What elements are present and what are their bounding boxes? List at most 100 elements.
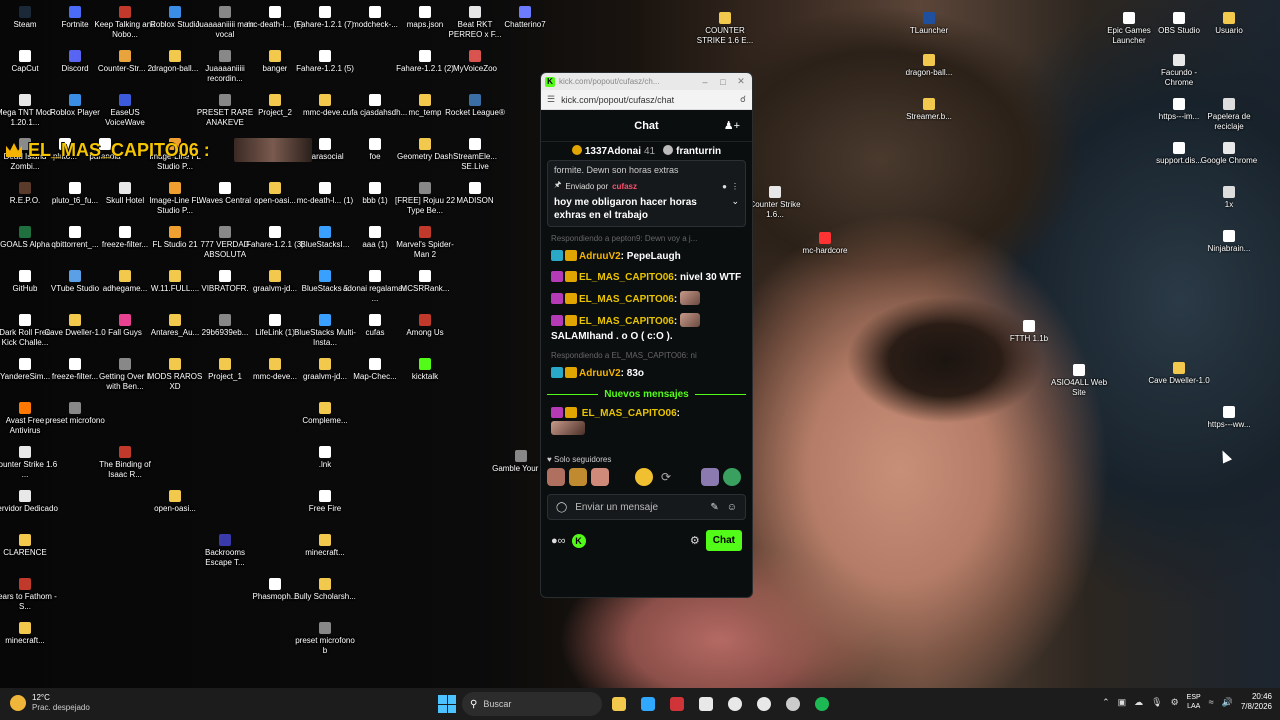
desktop-icon[interactable]: Bully Scholarsh... (292, 578, 358, 602)
emote-6[interactable] (723, 468, 741, 486)
desktop-icon[interactable]: open-oasi... (142, 490, 208, 514)
windows-start-icon[interactable] (438, 695, 456, 713)
store-taskbar-icon[interactable] (695, 693, 717, 715)
taskbar-clock[interactable]: 20:46 7/8/2026 (1241, 692, 1272, 712)
send-chat-button[interactable]: Chat (705, 530, 742, 551)
desktop-icon[interactable]: FTTH 1.1b (996, 320, 1062, 344)
wifi-icon[interactable]: ≈ (1209, 697, 1214, 707)
chat-username[interactable]: EL_MAS_CAPITO06 (579, 316, 674, 327)
language-indicator[interactable]: ESP LAA (1187, 693, 1201, 711)
desktop-icon[interactable]: MADISON (442, 182, 508, 206)
spotify-taskbar-icon[interactable] (811, 693, 833, 715)
file-explorer-taskbar-icon[interactable] (608, 693, 630, 715)
chrome-taskbar-icon[interactable] (724, 693, 746, 715)
desktop-icon[interactable]: Google Chrome (1196, 142, 1262, 166)
minimize-button[interactable]: – (698, 77, 712, 87)
desktop-icon[interactable]: minecraft... (0, 622, 58, 646)
desktop-icon[interactable]: COUNTER STRIKE 1.6 E... (692, 12, 758, 46)
desktop-icon[interactable]: Chatterino7 (492, 6, 558, 30)
desktop-icon[interactable]: preset microfono (42, 402, 108, 426)
desktop-icon[interactable]: Servidor Dedicado (0, 490, 58, 514)
photoshop-taskbar-icon[interactable] (637, 693, 659, 715)
emoji-icon[interactable]: ☺ (727, 502, 737, 513)
gifter-1[interactable]: 1337Adonai 41 (571, 145, 655, 157)
desktop-icon[interactable]: MyVoiceZoo (442, 50, 508, 74)
chat-username[interactable]: AdruuV2 (579, 251, 621, 262)
more-icon[interactable]: ⋮ (731, 182, 739, 191)
users-icon[interactable]: ♟+ (724, 119, 740, 132)
desktop-icon[interactable]: Backrooms Escape T... (192, 534, 258, 568)
desktop-icon[interactable]: The Binding of Isaac R... (92, 446, 158, 480)
desktop-icon[interactable]: TLauncher (896, 12, 962, 36)
reply-context[interactable]: Respondiendo a pepton9: Dewn voy a j... (551, 234, 742, 243)
desktop-icon[interactable]: Fahare-1.2.1 (5) (292, 50, 358, 74)
desktop-icon[interactable]: kicktalk (392, 358, 458, 382)
maximize-button[interactable]: □ (716, 77, 730, 87)
wps-taskbar-icon[interactable] (666, 693, 688, 715)
url-text[interactable]: kick.com/popout/cufasz/chat (561, 95, 734, 105)
desktop-icon[interactable]: Among Us (392, 314, 458, 338)
desktop-icon[interactable]: 1x (1196, 186, 1262, 210)
desktop-icon[interactable]: CLARENCE (0, 534, 58, 558)
chat-input-placeholder[interactable]: Enviar un mensaje (575, 502, 702, 513)
emote-4[interactable] (635, 468, 653, 486)
emote-2[interactable] (569, 468, 587, 486)
desktop-icon[interactable]: Counter Strike 1.6 ... (0, 446, 58, 480)
sent-by-user[interactable]: cufasz (612, 182, 637, 191)
desktop-icon[interactable]: Usuario (1196, 12, 1262, 36)
zoom-icon[interactable]: ☌ (740, 94, 746, 105)
desktop-icon[interactable]: StreamEle... SE.Live (442, 138, 508, 172)
unpin-icon[interactable]: ● (722, 182, 727, 191)
chat-username[interactable]: AdruuV2 (579, 368, 621, 379)
shield-icon[interactable]: ◯ (556, 502, 567, 513)
desktop-icon[interactable]: Marvel's Spider-Man 2 (392, 226, 458, 260)
emote-5[interactable] (701, 468, 719, 486)
desktop-icon[interactable]: Streamer.b... (896, 98, 962, 122)
desktop-icon[interactable]: mc-hardcore (792, 232, 858, 256)
desktop-icon[interactable]: dragon-ball... (896, 54, 962, 78)
desktop-icon[interactable]: Rocket League® (442, 94, 508, 118)
desktop-icon[interactable]: Papelera de reciclaje (1196, 98, 1262, 132)
reply-context[interactable]: Respondiendo a EL_MAS_CAPITO06: ni (551, 351, 742, 360)
desktop-icon[interactable]: ASIO4ALL Web Site (1046, 364, 1112, 398)
site-settings-icon[interactable]: ☰ (547, 94, 555, 105)
refresh-icon[interactable]: ⟳ (657, 468, 675, 486)
weather-widget[interactable]: 12°C Prac. despejado (10, 693, 90, 713)
desktop-icon[interactable]: Compleme... (292, 402, 358, 426)
chevron-down-icon[interactable]: ⌄ (731, 196, 739, 207)
tray-app-icon[interactable]: ▣ (1118, 697, 1127, 708)
volume-icon[interactable]: 🔊 (1222, 697, 1233, 708)
close-button[interactable]: ✕ (734, 76, 748, 87)
desktop-icon[interactable]: https---ww... (1196, 406, 1262, 430)
desktop-icon[interactable]: Facundo - Chrome (1146, 54, 1212, 88)
chat-username[interactable]: EL_MAS_CAPITO06 (579, 294, 674, 305)
desktop-icon[interactable]: preset microfono b (292, 622, 358, 656)
taskbar-search[interactable]: ⚲ Buscar (462, 692, 602, 716)
emote-1[interactable] (547, 468, 565, 486)
desktop-icon[interactable]: MCSRRank... (392, 270, 458, 294)
emote-picker-icon[interactable]: ✎ (710, 502, 718, 513)
tray-usb-icon[interactable]: ⚙ (1171, 697, 1179, 708)
chat-input[interactable]: ◯ Enviar un mensaje ✎ ☺ (547, 494, 746, 520)
kick-points-icon[interactable]: K (571, 533, 586, 548)
gifter-2[interactable]: franturrin (663, 145, 721, 157)
chevron-up-icon[interactable]: ⌃ (1102, 697, 1110, 708)
tray-mic-icon[interactable]: 🎙 (1151, 697, 1162, 708)
obs-taskbar-icon[interactable] (782, 693, 804, 715)
desktop-icon[interactable]: minecraft... (292, 534, 358, 558)
rewards-icon[interactable]: ●∞ (551, 535, 566, 547)
desktop-icon[interactable]: Free Fire (292, 490, 358, 514)
chat-username[interactable]: EL_MAS_CAPITO06 (579, 272, 674, 283)
desktop-icon[interactable]: Fears to Fathom - S... (0, 578, 58, 612)
desktop-icon[interactable]: .lnk (292, 446, 358, 470)
chat-username[interactable]: EL_MAS_CAPITO06 (582, 408, 677, 419)
settings-gear-icon[interactable]: ⚙ (690, 534, 700, 547)
tray-cloud-icon[interactable]: ☁ (1134, 697, 1143, 708)
emote-3[interactable] (591, 468, 609, 486)
new-messages-separator[interactable]: Nuevos mensajes (547, 389, 746, 400)
desktop-icon[interactable]: Ninjabrain... (1196, 230, 1262, 254)
window-titlebar[interactable]: K kick.com/popout/cufasz/ch... – □ ✕ (541, 73, 752, 90)
desktop-icon[interactable]: EaseUS VoiceWave (92, 94, 158, 128)
desktop-icon[interactable]: Cave Dweller-1.0 (1146, 362, 1212, 386)
address-bar[interactable]: ☰ kick.com/popout/cufasz/chat ☌ (541, 90, 752, 110)
